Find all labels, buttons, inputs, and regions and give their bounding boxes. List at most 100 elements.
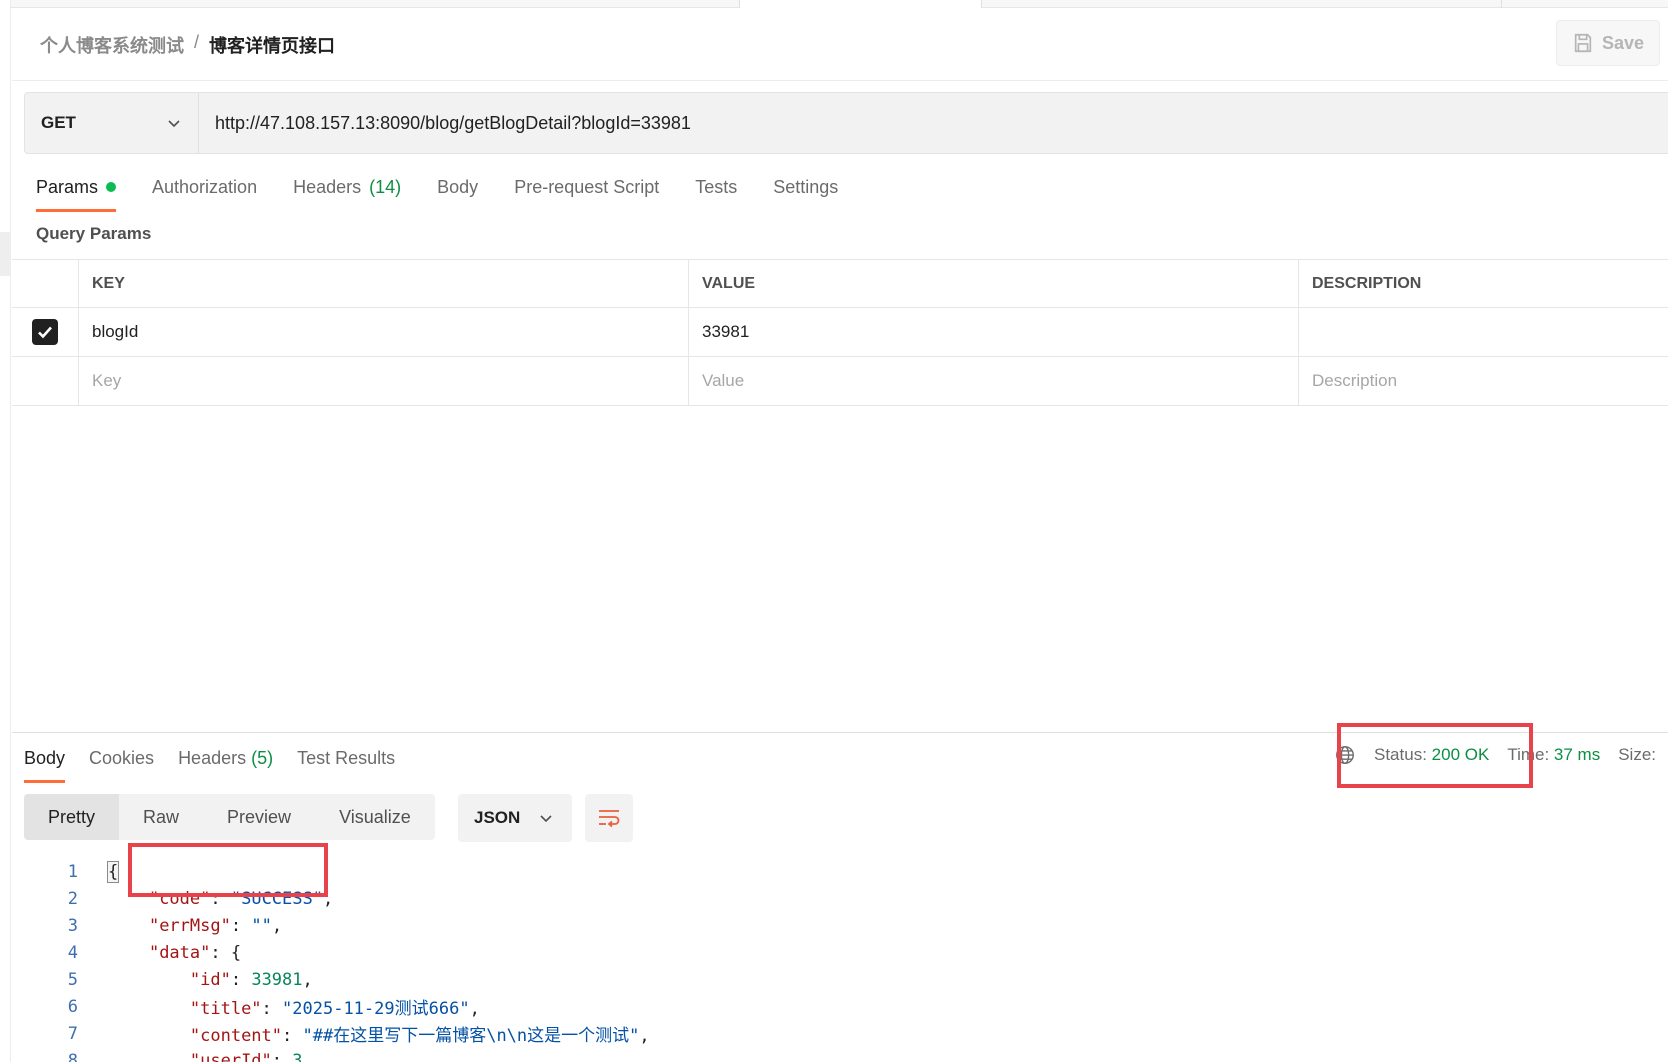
size-label: Size: — [1618, 745, 1657, 764]
view-raw-button[interactable]: Raw — [119, 794, 203, 840]
tab-params-label: Params — [36, 176, 99, 197]
tab-tests-label: Tests — [695, 176, 738, 197]
json-string: "" — [251, 915, 272, 936]
json-string: "2025-11-29测试666" — [282, 999, 470, 1019]
request-tab-active[interactable] — [740, 0, 982, 8]
json-number: 33981 — [251, 969, 303, 990]
param-value-input[interactable]: 33981 — [689, 308, 1299, 356]
check-icon — [38, 326, 52, 339]
column-key: KEY — [79, 260, 689, 307]
code-line: 5 "id": 33981, — [24, 966, 1668, 993]
new-value-input[interactable]: Value — [689, 357, 1299, 405]
view-mode-group: Pretty Raw Preview Visualize — [24, 794, 435, 840]
request-tabs: Params Authorization Headers (14) Body P… — [36, 170, 874, 212]
json-key: "content" — [189, 1026, 283, 1046]
empty-check-cell — [12, 357, 79, 405]
status-highlight-box — [1337, 723, 1533, 788]
params-active-dot — [106, 182, 117, 192]
tab-headers[interactable]: Headers (14) — [293, 170, 401, 212]
line-number: 1 — [67, 861, 78, 882]
tab-settings[interactable]: Settings — [773, 170, 838, 212]
headers-count: (14) — [369, 176, 402, 197]
param-key-input[interactable]: blogId — [79, 308, 689, 356]
tab-settings-label: Settings — [773, 176, 839, 197]
json-key: "id" — [189, 969, 231, 990]
table-row: blogId 33981 — [12, 308, 1668, 357]
wrap-lines-button[interactable] — [585, 794, 633, 842]
method-select[interactable]: GET — [25, 93, 199, 153]
json-brace: { — [106, 860, 120, 883]
resp-tab-test-results[interactable]: Test Results — [297, 744, 395, 783]
code-line: 6 "title": "2025-11-29测试666", — [24, 993, 1668, 1020]
params-table: KEY VALUE DESCRIPTION blogId 33981 Key V… — [12, 259, 1668, 406]
left-rail — [0, 0, 11, 1062]
json-string: "##在这里写下一篇博客\n\n这是一个测试" — [302, 1026, 640, 1046]
resp-tab-cookies[interactable]: Cookies — [89, 744, 154, 783]
code-line: 4 "data": { — [24, 939, 1668, 966]
breadcrumb-request[interactable]: 博客详情页接口 — [209, 32, 335, 58]
param-description-input[interactable] — [1299, 308, 1668, 356]
json-number: 3 — [292, 1050, 303, 1062]
resp-tab-body[interactable]: Body — [24, 744, 66, 783]
rail-marker — [0, 232, 11, 276]
column-description: DESCRIPTION — [1312, 274, 1422, 292]
line-number: 7 — [67, 1023, 78, 1044]
line-number: 4 — [67, 942, 78, 963]
line-number: 5 — [67, 969, 78, 990]
view-visualize-button[interactable]: Visualize — [315, 794, 435, 840]
breadcrumb-collection[interactable]: 个人博客系统测试 — [40, 32, 184, 58]
resp-tab-headers[interactable]: Headers (5) — [178, 744, 273, 783]
tab-strip — [0, 0, 1668, 8]
request-tab[interactable] — [0, 0, 740, 8]
tab-prerequest-script[interactable]: Pre-request Script — [514, 170, 659, 212]
method-label: GET — [41, 113, 76, 132]
format-label: JSON — [474, 808, 521, 827]
row-check-cell — [12, 308, 79, 356]
time-value[interactable]: 37 ms — [1554, 745, 1600, 765]
line-number: 3 — [67, 915, 78, 936]
tab-authorization[interactable]: Authorization — [152, 170, 257, 212]
json-key: "errMsg" — [148, 915, 231, 936]
wrap-lines-icon — [599, 810, 620, 828]
request-tab[interactable] — [982, 0, 1502, 8]
save-button[interactable]: Save — [1556, 20, 1660, 66]
url-input[interactable]: http://47.108.157.13:8090/blog/getBlogDe… — [199, 93, 1668, 153]
column-value: VALUE — [689, 260, 1299, 307]
new-description-input[interactable]: Description — [1299, 357, 1668, 405]
json-key: "data" — [148, 942, 211, 963]
breadcrumb-separator: / — [194, 32, 200, 52]
code-line: 7 "content": "##在这里写下一篇博客\n\n这是一个测试", — [24, 1020, 1668, 1047]
response-tabs: Body Cookies Headers (5) Test Results — [24, 744, 419, 783]
line-number: 8 — [67, 1050, 78, 1062]
request-header: 个人博客系统测试 / 博客详情页接口 Save — [12, 8, 1668, 81]
table-header-row: KEY VALUE DESCRIPTION — [12, 259, 1668, 308]
code-line: 3 "errMsg": "", — [24, 912, 1668, 939]
format-select[interactable]: JSON — [458, 794, 572, 842]
line-number: 2 — [67, 888, 78, 909]
new-key-input[interactable]: Key — [79, 357, 689, 405]
header-check-cell — [12, 260, 79, 307]
breadcrumb: 个人博客系统测试 / 博客详情页接口 — [40, 32, 335, 58]
table-row-empty: Key Value Description — [12, 357, 1668, 406]
json-key: "userId" — [189, 1050, 272, 1062]
tab-body-label: Body — [437, 176, 479, 197]
tab-authorization-label: Authorization — [152, 176, 258, 197]
chevron-down-icon — [168, 120, 180, 128]
view-preview-button[interactable]: Preview — [203, 794, 315, 840]
param-checkbox[interactable] — [32, 319, 58, 345]
request-bar: GET http://47.108.157.13:8090/blog/getBl… — [24, 92, 1668, 154]
save-label: Save — [1601, 32, 1645, 53]
json-key: "title" — [189, 999, 262, 1019]
chevron-down-icon — [540, 815, 552, 823]
tab-params[interactable]: Params — [36, 170, 117, 212]
tab-headers-label: Headers — [293, 176, 362, 197]
code-line: 8 "userId": 3, — [24, 1047, 1668, 1062]
json-brace: { — [230, 942, 242, 963]
tab-prerequest-label: Pre-request Script — [514, 176, 660, 197]
code-highlight-box — [128, 843, 328, 897]
resp-headers-label: Headers — [178, 748, 247, 768]
tab-body[interactable]: Body — [437, 170, 478, 212]
query-params-title: Query Params — [36, 224, 152, 243]
view-pretty-button[interactable]: Pretty — [24, 794, 120, 840]
tab-tests[interactable]: Tests — [695, 170, 737, 212]
